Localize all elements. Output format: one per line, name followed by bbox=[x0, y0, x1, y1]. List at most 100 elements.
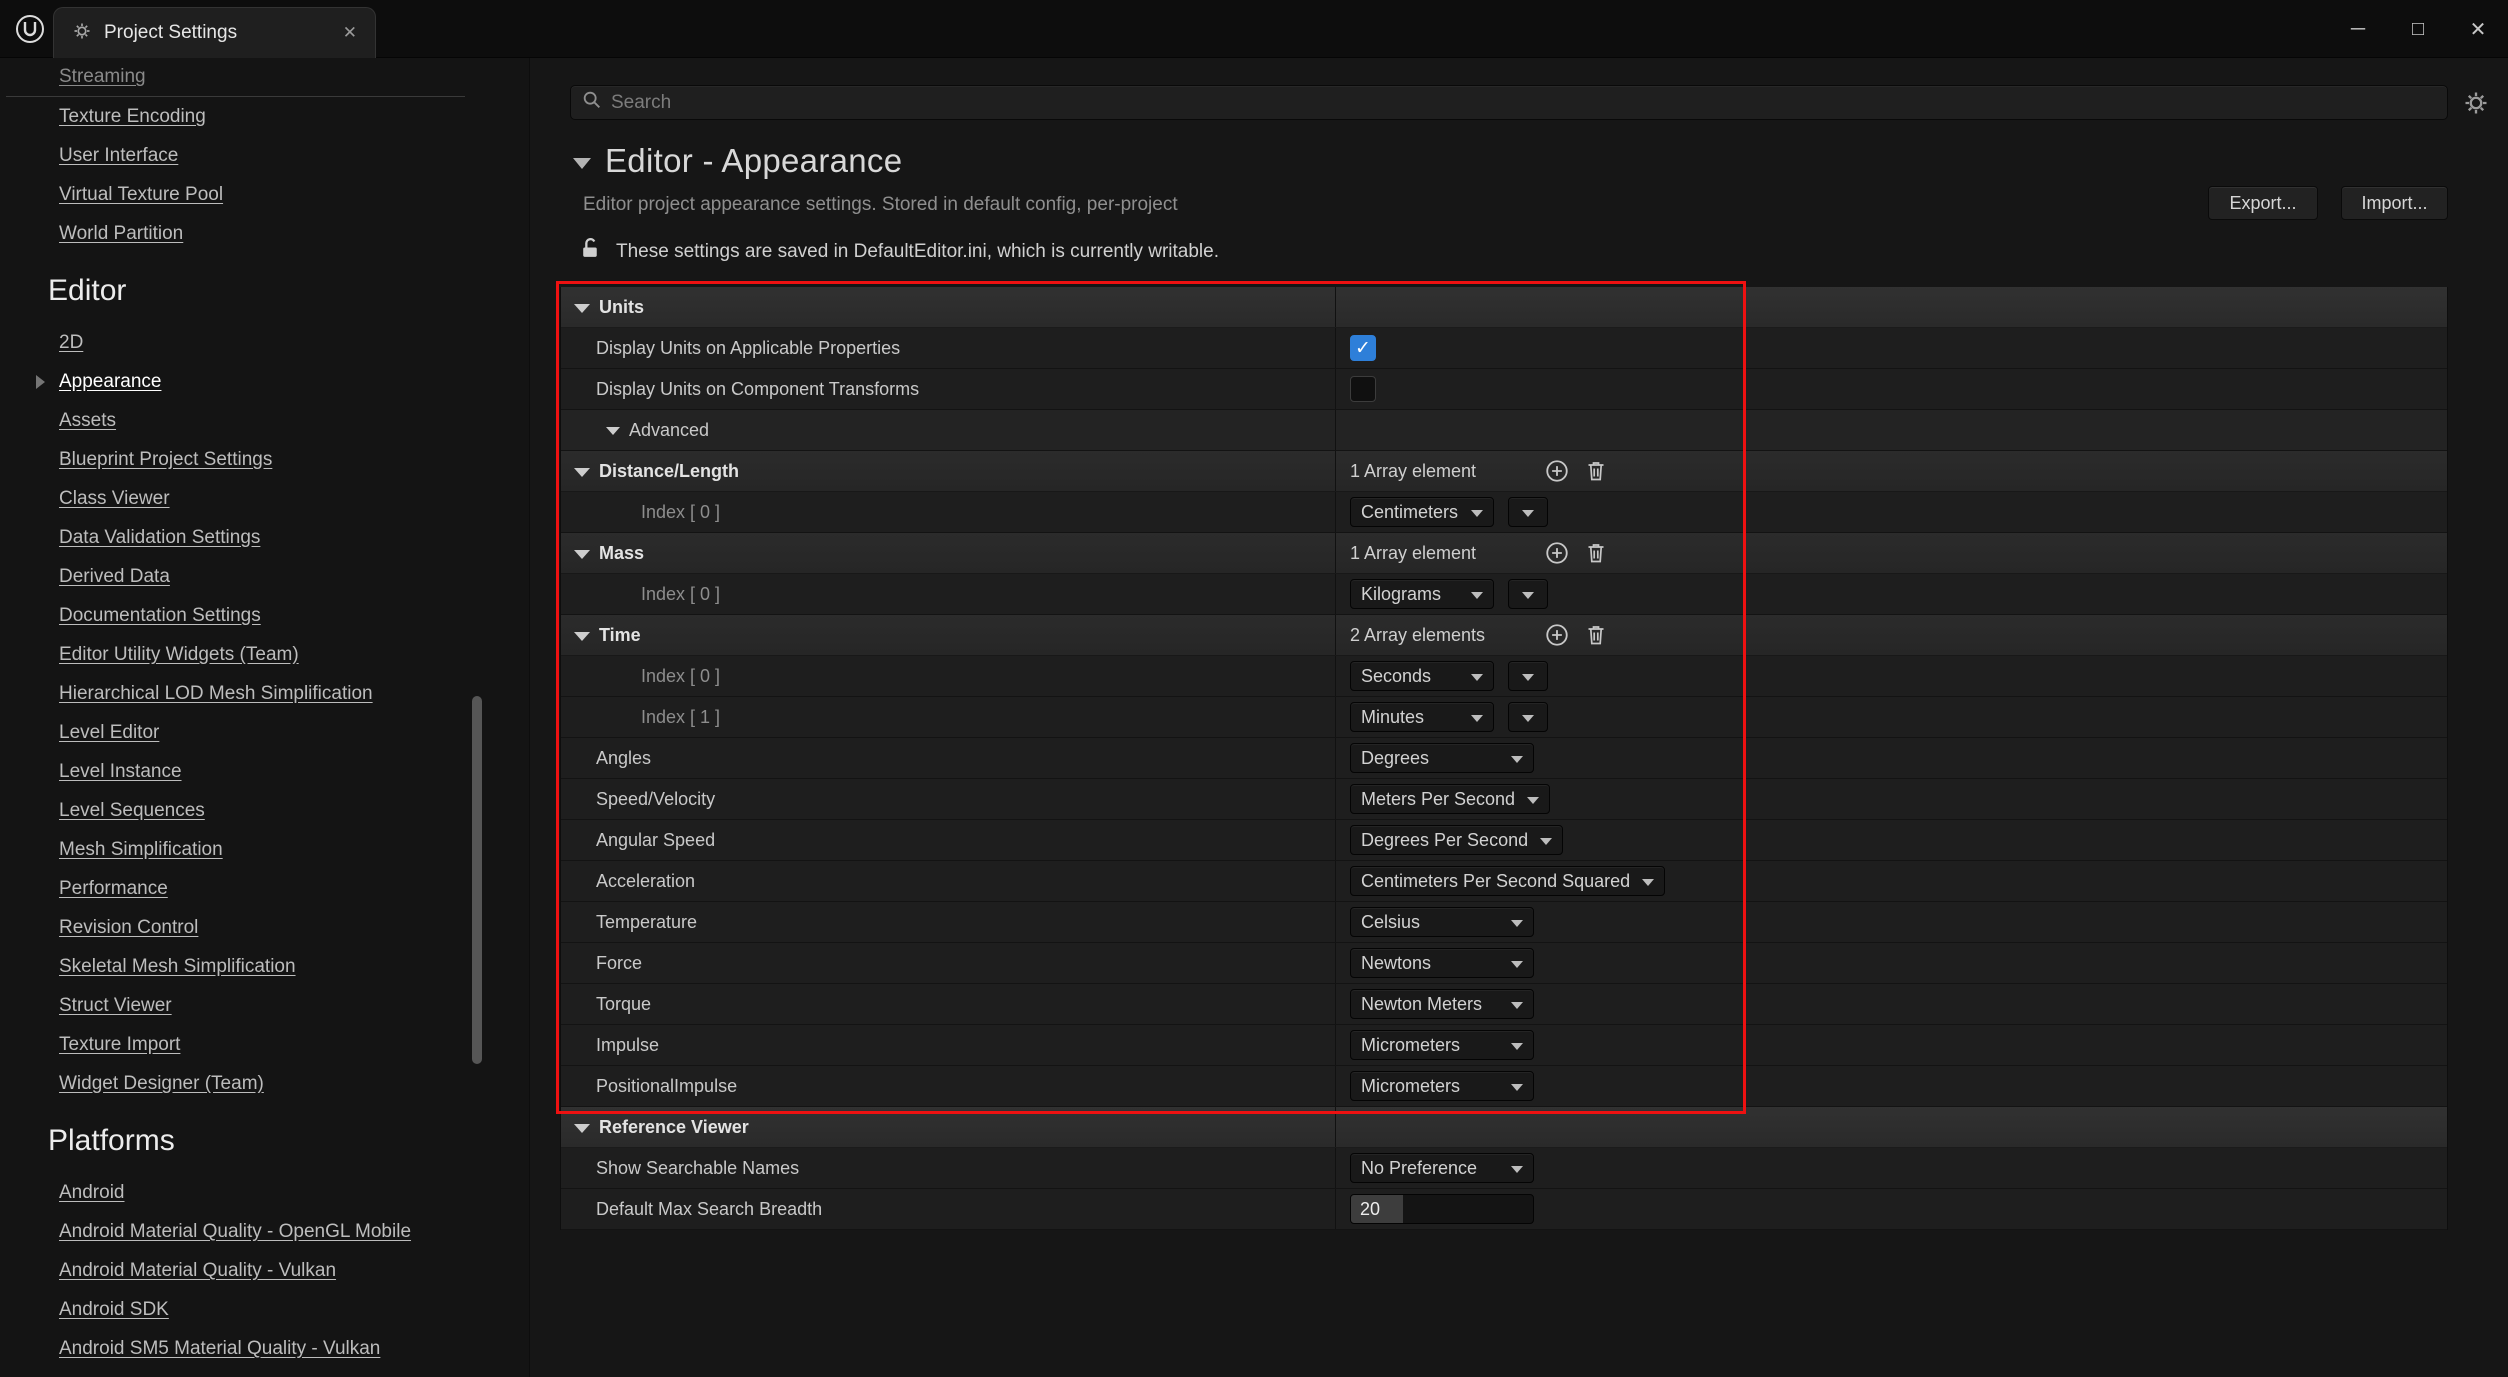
titlebar: Project Settings ✕ ─ □ ✕ bbox=[0, 0, 2508, 58]
sidebar-item-documentation-settings[interactable]: Documentation Settings bbox=[0, 596, 529, 635]
delete-array-icon[interactable] bbox=[1584, 459, 1608, 483]
category-label: Time bbox=[599, 625, 641, 646]
close-button[interactable]: ✕ bbox=[2448, 0, 2508, 58]
element-options-dropdown[interactable] bbox=[1508, 497, 1548, 527]
impulse-dropdown[interactable]: Micrometers bbox=[1350, 1030, 1534, 1060]
sidebar-item-assets[interactable]: Assets bbox=[0, 401, 529, 440]
array-row-mass[interactable]: Mass 1 Array element bbox=[561, 533, 2447, 574]
tab-close-icon[interactable]: ✕ bbox=[343, 23, 357, 43]
sidebar-scrollbar[interactable] bbox=[472, 696, 482, 1064]
time-unit-dropdown-1[interactable]: Minutes bbox=[1350, 702, 1494, 732]
minimize-button[interactable]: ─ bbox=[2328, 0, 2388, 58]
category-row-reference-viewer[interactable]: Reference Viewer bbox=[561, 1107, 2447, 1148]
row-acceleration: Acceleration Centimeters Per Second Squa… bbox=[561, 861, 2447, 902]
tab-project-settings[interactable]: Project Settings ✕ bbox=[53, 7, 376, 58]
sidebar-item-virtual-texture-pool[interactable]: Virtual Texture Pool bbox=[0, 175, 529, 214]
maximize-button[interactable]: □ bbox=[2388, 0, 2448, 58]
sidebar-item-level-instance[interactable]: Level Instance bbox=[0, 752, 529, 791]
add-element-icon[interactable] bbox=[1544, 622, 1570, 648]
row-label: Torque bbox=[596, 994, 651, 1015]
speed-dropdown[interactable]: Meters Per Second bbox=[1350, 784, 1550, 814]
row-force: Force Newtons bbox=[561, 943, 2447, 984]
dropdown-value: Centimeters Per Second Squared bbox=[1361, 871, 1630, 892]
angles-dropdown[interactable]: Degrees bbox=[1350, 743, 1534, 773]
sidebar-item-android-mq-opengl[interactable]: Android Material Quality - OpenGL Mobile bbox=[0, 1212, 529, 1251]
sidebar-item-texture-encoding[interactable]: Texture Encoding bbox=[0, 97, 529, 136]
sidebar-item-skeletal-mesh-simplification[interactable]: Skeletal Mesh Simplification bbox=[0, 947, 529, 986]
add-element-icon[interactable] bbox=[1544, 540, 1570, 566]
chevron-down-icon bbox=[1471, 592, 1483, 599]
sidebar-item-editor-utility-widgets[interactable]: Editor Utility Widgets (Team) bbox=[0, 635, 529, 674]
sidebar-item-level-editor[interactable]: Level Editor bbox=[0, 713, 529, 752]
acceleration-dropdown[interactable]: Centimeters Per Second Squared bbox=[1350, 866, 1665, 896]
collapse-icon[interactable] bbox=[574, 632, 590, 641]
sidebar-item-level-sequences[interactable]: Level Sequences bbox=[0, 791, 529, 830]
angular-speed-dropdown[interactable]: Degrees Per Second bbox=[1350, 825, 1563, 855]
sidebar-item-android[interactable]: Android bbox=[0, 1173, 529, 1212]
category-row-units[interactable]: Units bbox=[561, 287, 2447, 328]
sidebar-item-widget-designer[interactable]: Widget Designer (Team) bbox=[0, 1064, 529, 1103]
delete-array-icon[interactable] bbox=[1584, 623, 1608, 647]
settings-gear-icon bbox=[72, 21, 92, 46]
search-bar[interactable] bbox=[570, 85, 2448, 120]
array-row-time[interactable]: Time 2 Array elements bbox=[561, 615, 2447, 656]
distance-unit-dropdown[interactable]: Centimeters bbox=[1350, 497, 1494, 527]
sidebar-item-appearance[interactable]: Appearance bbox=[0, 362, 529, 401]
sidebar-item-blueprint-project-settings[interactable]: Blueprint Project Settings bbox=[0, 440, 529, 479]
checkbox-display-units-applicable[interactable]: ✓ bbox=[1350, 335, 1376, 361]
export-button[interactable]: Export... bbox=[2208, 186, 2318, 220]
sidebar-item-hierarchical-lod[interactable]: Hierarchical LOD Mesh Simplification bbox=[0, 674, 529, 713]
collapse-icon[interactable] bbox=[574, 550, 590, 559]
element-options-dropdown[interactable] bbox=[1508, 579, 1548, 609]
collapse-icon[interactable] bbox=[574, 1124, 590, 1133]
mass-unit-dropdown[interactable]: Kilograms bbox=[1350, 579, 1494, 609]
sidebar-item-revision-control[interactable]: Revision Control bbox=[0, 908, 529, 947]
collapse-icon[interactable] bbox=[574, 304, 590, 313]
row-mass-index-0: Index [ 0 ] Kilograms bbox=[561, 574, 2447, 615]
chevron-down-icon bbox=[1522, 715, 1534, 722]
row-label: Index [ 0 ] bbox=[641, 666, 720, 687]
torque-dropdown[interactable]: Newton Meters bbox=[1350, 989, 1534, 1019]
sidebar-item-data-validation-settings[interactable]: Data Validation Settings bbox=[0, 518, 529, 557]
temperature-dropdown[interactable]: Celsius bbox=[1350, 907, 1534, 937]
collapse-icon[interactable] bbox=[606, 427, 620, 435]
sidebar-item-streaming[interactable]: Streaming bbox=[0, 58, 529, 96]
row-label: Force bbox=[596, 953, 642, 974]
sidebar-item-android-sm5[interactable]: Android SM5 Material Quality - Vulkan bbox=[0, 1329, 529, 1368]
subcategory-row-advanced[interactable]: Advanced bbox=[561, 410, 2447, 451]
sidebar-item-mesh-simplification[interactable]: Mesh Simplification bbox=[0, 830, 529, 869]
sidebar-item-texture-import[interactable]: Texture Import bbox=[0, 1025, 529, 1064]
positional-impulse-dropdown[interactable]: Micrometers bbox=[1350, 1071, 1534, 1101]
sidebar: Streaming Texture Encoding User Interfac… bbox=[0, 58, 530, 1377]
delete-array-icon[interactable] bbox=[1584, 541, 1608, 565]
sidebar-item-2d[interactable]: 2D bbox=[0, 323, 529, 362]
check-icon: ✓ bbox=[1355, 337, 1371, 360]
chevron-down-icon bbox=[1471, 715, 1483, 722]
settings-gear-icon[interactable] bbox=[2458, 85, 2494, 121]
sidebar-item-android-mq-vulkan[interactable]: Android Material Quality - Vulkan bbox=[0, 1251, 529, 1290]
array-row-distance-length[interactable]: Distance/Length 1 Array element bbox=[561, 451, 2447, 492]
show-searchable-names-dropdown[interactable]: No Preference bbox=[1350, 1153, 1534, 1183]
import-button[interactable]: Import... bbox=[2341, 186, 2448, 220]
collapse-icon[interactable] bbox=[574, 468, 590, 477]
sidebar-item-user-interface[interactable]: User Interface bbox=[0, 136, 529, 175]
collapse-icon[interactable] bbox=[573, 158, 591, 169]
add-element-icon[interactable] bbox=[1544, 458, 1570, 484]
checkbox-display-units-component[interactable] bbox=[1350, 376, 1376, 402]
element-options-dropdown[interactable] bbox=[1508, 702, 1548, 732]
search-input[interactable] bbox=[611, 92, 2437, 114]
sidebar-item-android-sdk[interactable]: Android SDK bbox=[0, 1290, 529, 1329]
element-options-dropdown[interactable] bbox=[1508, 661, 1548, 691]
row-label: Default Max Search Breadth bbox=[596, 1199, 822, 1220]
chevron-down-icon bbox=[1511, 1084, 1523, 1091]
time-unit-dropdown-0[interactable]: Seconds bbox=[1350, 661, 1494, 691]
sidebar-item-struct-viewer[interactable]: Struct Viewer bbox=[0, 986, 529, 1025]
sidebar-item-derived-data[interactable]: Derived Data bbox=[0, 557, 529, 596]
sidebar-item-performance[interactable]: Performance bbox=[0, 869, 529, 908]
max-breadth-input[interactable]: 20 bbox=[1350, 1194, 1534, 1224]
force-dropdown[interactable]: Newtons bbox=[1350, 948, 1534, 978]
sidebar-item-class-viewer[interactable]: Class Viewer bbox=[0, 479, 529, 518]
sidebar-item-world-partition[interactable]: World Partition bbox=[0, 214, 529, 253]
chevron-down-icon bbox=[1522, 674, 1534, 681]
dropdown-value: Newtons bbox=[1361, 953, 1431, 974]
